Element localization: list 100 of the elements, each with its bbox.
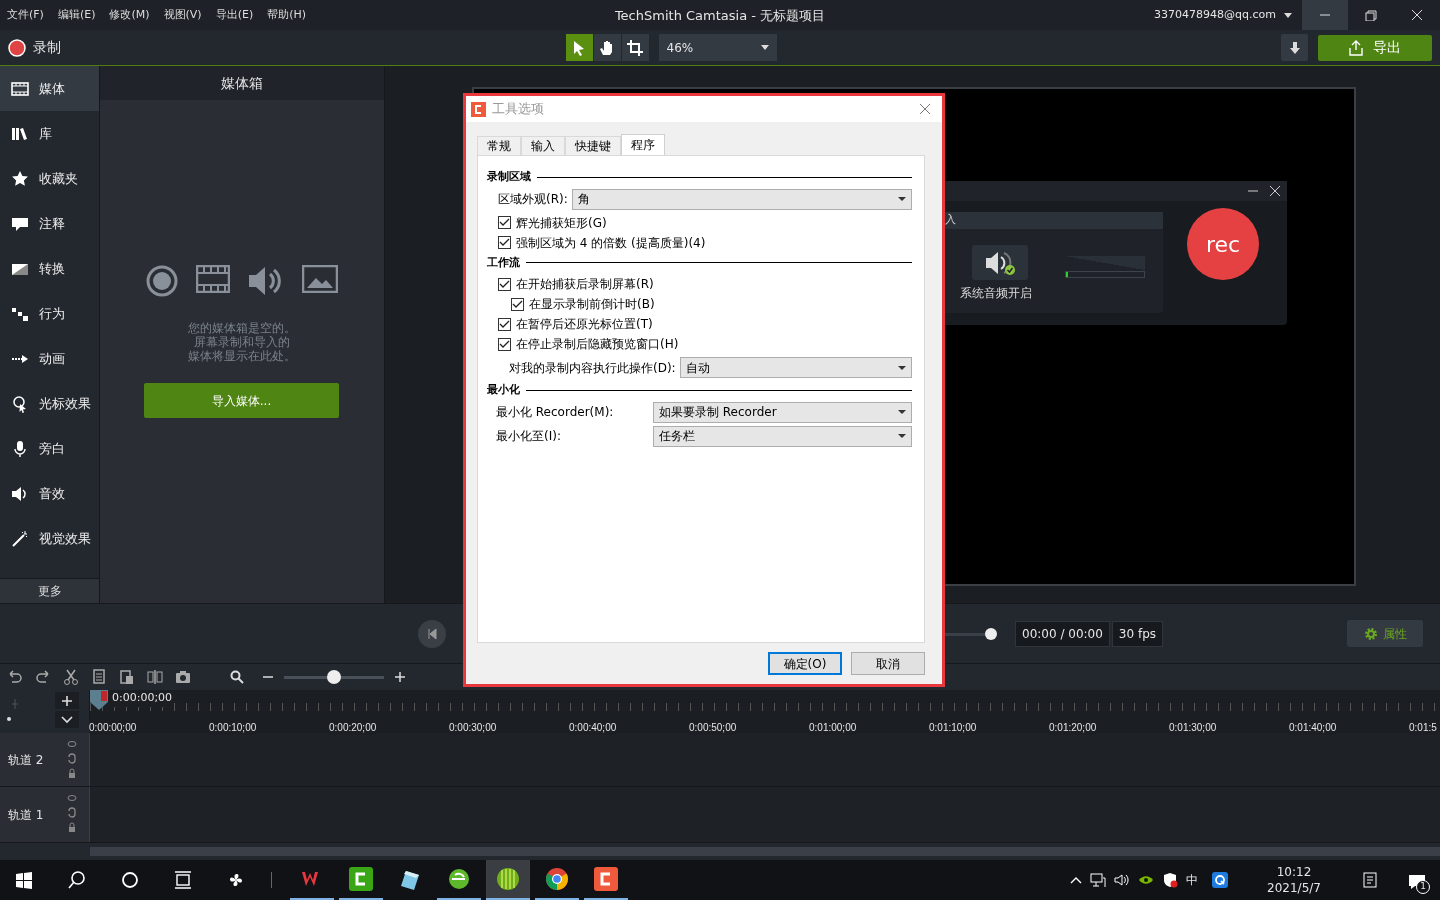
- ime-indicator[interactable]: 中: [1186, 871, 1198, 889]
- record-button[interactable]: rec: [1187, 208, 1259, 280]
- menu-item[interactable]: 视图(V): [156, 6, 209, 24]
- copy-icon[interactable]: [90, 668, 108, 686]
- sidebar-item[interactable]: 音效: [0, 471, 99, 516]
- search-icon[interactable]: [67, 870, 87, 890]
- checkbox[interactable]: [498, 317, 511, 331]
- sidebar-item[interactable]: 动画: [0, 336, 99, 381]
- more-button[interactable]: 更多: [0, 579, 99, 603]
- field-label: 区域外观(R):: [498, 191, 568, 208]
- chevron-up-icon[interactable]: [1070, 876, 1082, 884]
- dialog-button[interactable]: 确定(O): [768, 652, 842, 675]
- track-controls-icon[interactable]: [67, 794, 77, 834]
- dialog-title: 工具选项: [492, 100, 544, 119]
- tab[interactable]: 程序: [621, 134, 665, 155]
- scrubber-thumb[interactable]: [985, 627, 997, 640]
- section-heading: 录制区域: [487, 169, 531, 185]
- eye-logo-icon[interactable]: [1138, 874, 1154, 886]
- sidebar-item[interactable]: 注释: [0, 201, 99, 246]
- app-icon[interactable]: [1212, 872, 1228, 888]
- sidebar-item[interactable]: 转换: [0, 246, 99, 291]
- dropdown[interactable]: 自动: [679, 357, 912, 378]
- paste-icon[interactable]: [118, 668, 136, 686]
- step-back-icon[interactable]: [418, 619, 446, 648]
- zoom-in-icon[interactable]: [394, 671, 406, 683]
- record-icon: [8, 38, 26, 57]
- audio-toggle-button[interactable]: [972, 245, 1028, 280]
- download-button[interactable]: [1281, 34, 1308, 61]
- sidebar-item[interactable]: 视觉效果: [0, 516, 99, 561]
- tab[interactable]: 输入: [521, 136, 565, 155]
- taskbar-app[interactable]: [486, 860, 530, 900]
- app-icon: [496, 867, 520, 891]
- network-icon[interactable]: [1090, 872, 1106, 888]
- time-tick-label: 0:01:30;00: [1169, 720, 1217, 735]
- split-icon[interactable]: [146, 668, 164, 686]
- time-tick-label: 0:00:10;00: [209, 720, 257, 735]
- export-button[interactable]: 导出: [1318, 34, 1432, 61]
- time-tick-label: 0:00:40;00: [569, 720, 617, 735]
- caret-icon[interactable]: [1284, 12, 1292, 18]
- check-icon: [499, 339, 510, 349]
- tab[interactable]: 常规: [477, 136, 521, 155]
- scissors-icon[interactable]: [62, 668, 80, 686]
- track-controls-icon[interactable]: [67, 740, 77, 780]
- record-button[interactable]: 录制: [33, 37, 61, 58]
- sidebar-item[interactable]: 行为: [0, 291, 99, 336]
- zoom-slider-thumb[interactable]: [327, 670, 341, 684]
- app-icon: [447, 867, 471, 891]
- checkbox[interactable]: [498, 337, 511, 351]
- restore-icon[interactable]: [1364, 9, 1378, 21]
- clock-date[interactable]: 2021/5/7: [1267, 880, 1321, 896]
- properties-button[interactable]: 属性: [1347, 620, 1423, 647]
- redo-icon[interactable]: [34, 668, 52, 686]
- dropdown[interactable]: 如果要录制 Recorder: [653, 401, 912, 423]
- menu-item[interactable]: 文件(F): [0, 6, 51, 24]
- windows-icon[interactable]: [14, 870, 34, 890]
- dropdown[interactable]: 角: [571, 188, 912, 210]
- menu-item[interactable]: 导出(E): [208, 6, 261, 24]
- task-view-icon[interactable]: [173, 870, 193, 890]
- sidebar-item[interactable]: 旁白: [0, 426, 99, 471]
- track-name: 轨道 1: [8, 806, 44, 824]
- dialog-button[interactable]: 取消: [851, 652, 925, 675]
- tab[interactable]: 快捷键: [565, 136, 621, 155]
- wand-icon: [11, 529, 29, 548]
- playhead-icon[interactable]: [90, 690, 108, 710]
- checkbox-label: 在开始捕获后录制屏幕(R): [516, 276, 654, 293]
- sidebar-item[interactable]: 媒体: [0, 66, 99, 111]
- checkbox-label: 辉光捕获矩形(G): [516, 214, 607, 232]
- undo-icon[interactable]: [6, 668, 24, 686]
- menu-item[interactable]: 帮助(H): [260, 6, 314, 24]
- menu-item[interactable]: 编辑(E): [50, 6, 103, 24]
- dropdown[interactable]: 任务栏: [653, 425, 912, 447]
- camera-icon[interactable]: [174, 668, 192, 686]
- checkbox-label: 在显示录制前倒计时(B): [529, 296, 655, 313]
- checkbox[interactable]: [498, 236, 511, 249]
- scrollbar[interactable]: [90, 847, 1440, 856]
- checkbox-label: 强制区域为 4 的倍数 (提高质量)(4): [516, 234, 706, 252]
- circle-icon[interactable]: [120, 870, 140, 890]
- shield-icon[interactable]: [1162, 872, 1178, 888]
- time-tick-label: 0:00:50;00: [689, 720, 737, 735]
- zoom-dropdown[interactable]: 46%: [658, 34, 777, 61]
- menu-item[interactable]: 修改(M): [102, 6, 157, 24]
- star-icon: [11, 169, 29, 188]
- checkbox[interactable]: [498, 277, 511, 291]
- close-icon[interactable]: [1269, 185, 1281, 197]
- checkbox[interactable]: [511, 297, 524, 311]
- checkbox[interactable]: [498, 216, 511, 229]
- volume-icon[interactable]: [1114, 872, 1130, 888]
- chevron-down-icon[interactable]: [61, 715, 73, 724]
- notes-icon[interactable]: [1362, 872, 1378, 888]
- sidebar-item[interactable]: 库: [0, 111, 99, 156]
- empty-message: 您的媒体箱是空的。 屏幕录制和导入的 媒体将显示在此处。: [187, 321, 297, 363]
- checkbox-label: 在停止录制后隐藏预览窗口(H): [516, 336, 679, 353]
- sidebar-item[interactable]: 光标效果: [0, 381, 99, 426]
- account-menu[interactable]: 3370478948@qq.com: [1154, 6, 1276, 24]
- add-track-icon[interactable]: [61, 694, 73, 707]
- crop-icon[interactable]: [626, 38, 644, 57]
- search-icon[interactable]: [230, 670, 244, 684]
- sidebar-item[interactable]: 收藏夹: [0, 156, 99, 201]
- clock-time[interactable]: 10:12: [1276, 864, 1312, 880]
- import-media-button[interactable]: 导入媒体...: [144, 383, 339, 418]
